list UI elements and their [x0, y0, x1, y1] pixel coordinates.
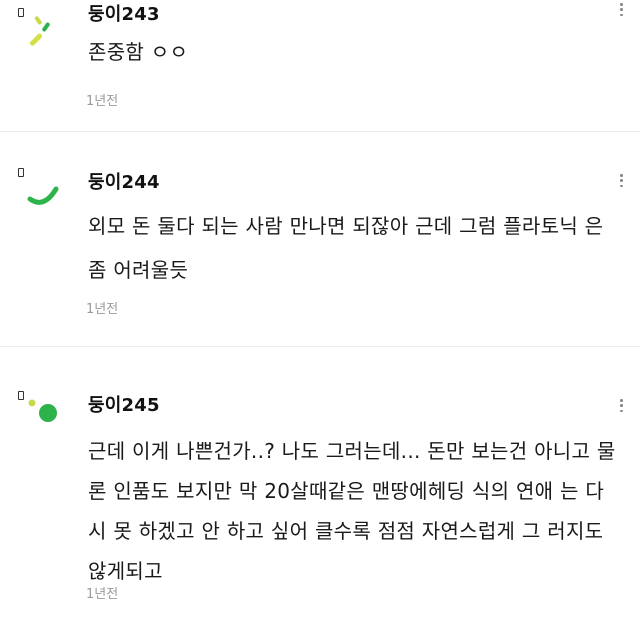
- more-options-icon[interactable]: [620, 3, 624, 16]
- comment-text: 근데 이게 나쁜건가..? 나도 그러는데... 돈만 보는건 아니고 물론 인…: [88, 439, 616, 583]
- comment-timestamp: 1년전: [86, 94, 119, 109]
- comment-timestamp: 1년전: [86, 587, 119, 602]
- green-dots-avatar[interactable]: [22, 387, 72, 437]
- comment-text: 외모 돈 둘다 되는 사람 만나면 되잖아 근데 그럼 플라토닉 은 좀 어려울…: [88, 214, 604, 282]
- comment-item: 둥이243 존중함 ㅇㅇ 1년전: [0, 0, 640, 132]
- comment-item: 둥이245 근데 이게 나쁜건가..? 나도 그러는데... 돈만 보는건 아니…: [0, 347, 640, 622]
- comment-text: 존중함 ㅇㅇ: [88, 40, 189, 64]
- more-options-icon[interactable]: [620, 399, 624, 412]
- more-options-icon[interactable]: [620, 174, 624, 187]
- green-arc-avatar[interactable]: [22, 167, 72, 217]
- comment-author[interactable]: 둥이244: [88, 168, 160, 194]
- comment-timestamp: 1년전: [86, 302, 119, 317]
- comment-item: 둥이244 외모 돈 둘다 되는 사람 만나면 되잖아 근데 그럼 플라토닉 은…: [0, 132, 640, 347]
- comment-author[interactable]: 둥이243: [88, 0, 160, 26]
- comment-author[interactable]: 둥이245: [88, 391, 160, 417]
- green-strokes-avatar[interactable]: [22, 10, 72, 60]
